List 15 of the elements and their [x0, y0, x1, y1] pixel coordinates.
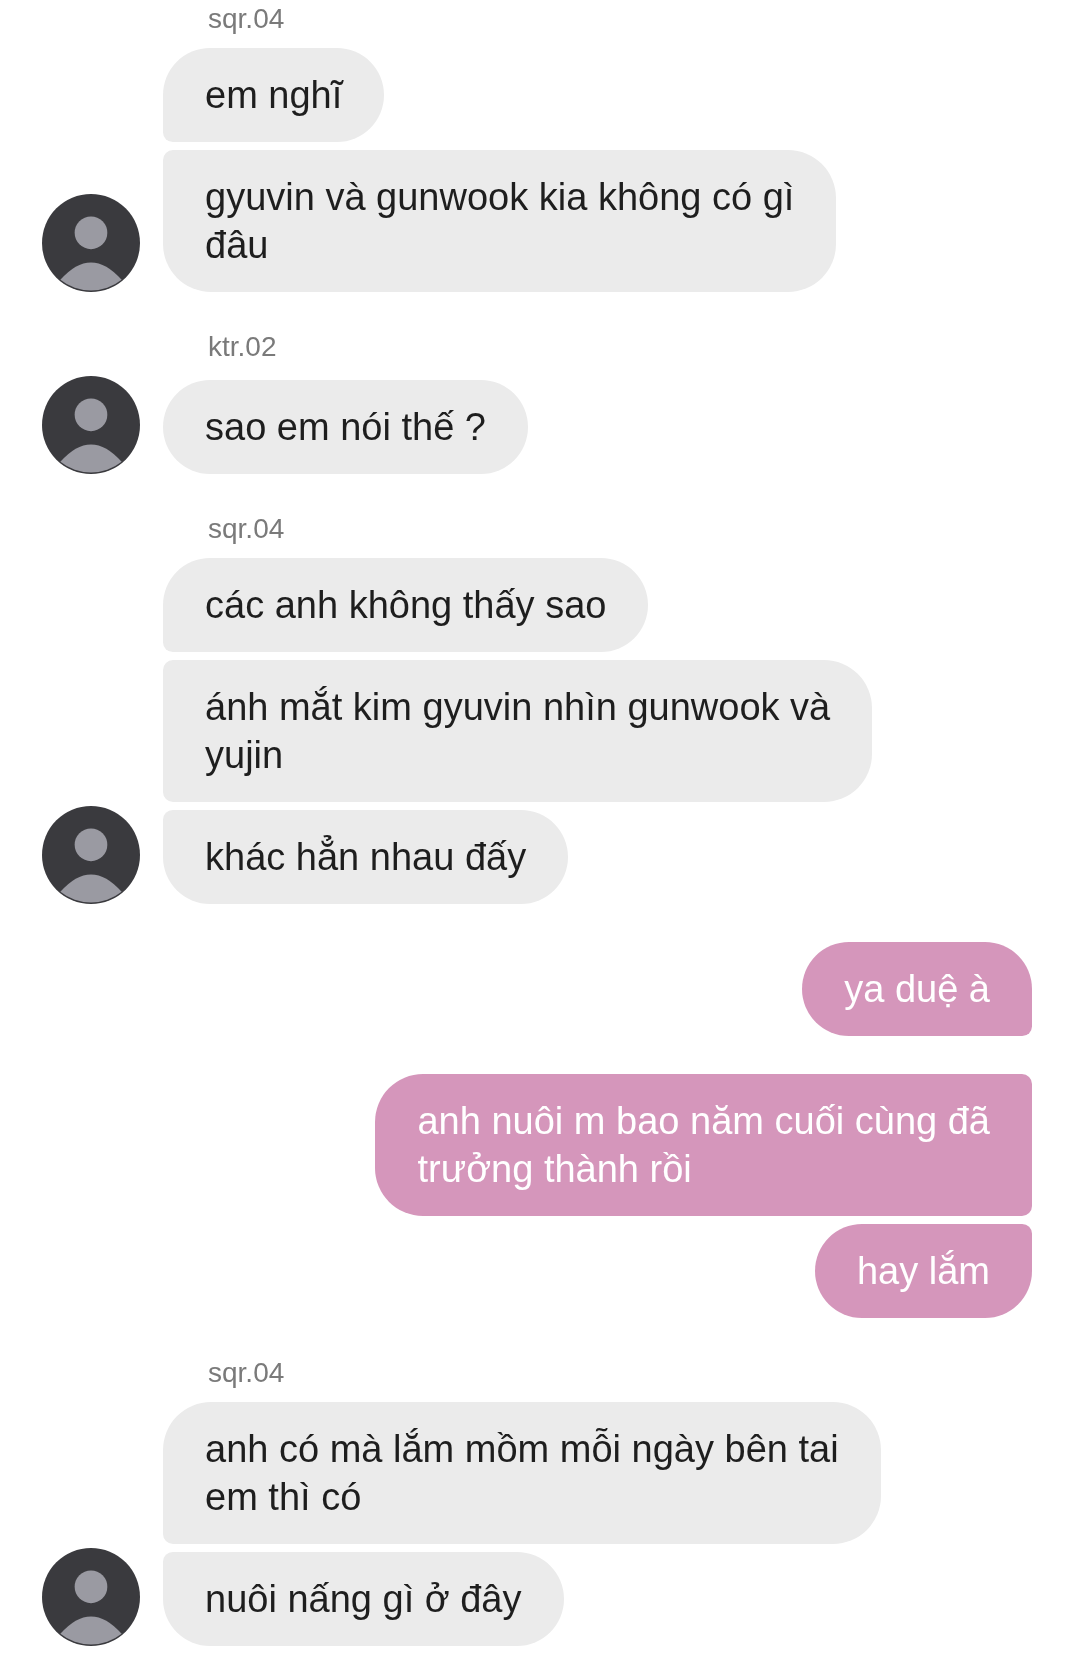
message-bubble: anh nuôi m bao năm cuối cùng đã trưởng thành rồi	[375, 1074, 1032, 1216]
message-bubble: anh có mà lắm mồm mỗi ngày bên tai em thì có	[163, 1402, 881, 1544]
sender-name: sqr.04	[208, 1356, 286, 1390]
sender-name: sqr.04	[208, 512, 286, 546]
message-bubble: em nghĩ	[163, 48, 385, 142]
message-bubble: gyuvin và gunwook kia không có gì đâu	[163, 150, 837, 292]
message-bubble: ya duệ à	[802, 942, 1032, 1036]
sender-name: ktr.02	[208, 330, 278, 364]
sender-name: sqr.04	[208, 2, 286, 36]
message-bubble: nuôi nấng gì ở đây	[163, 1552, 564, 1646]
message-bubble: hay lắm	[814, 1224, 1032, 1318]
message-bubble: các anh không thấy sao	[163, 558, 649, 652]
message-bubble: khác hẳn nhau đấy	[163, 810, 569, 904]
message-bubble: sao em nói thế ?	[163, 380, 528, 474]
message-bubble: ánh mắt kim gyuvin nhìn gunwook và yujin	[163, 660, 873, 802]
